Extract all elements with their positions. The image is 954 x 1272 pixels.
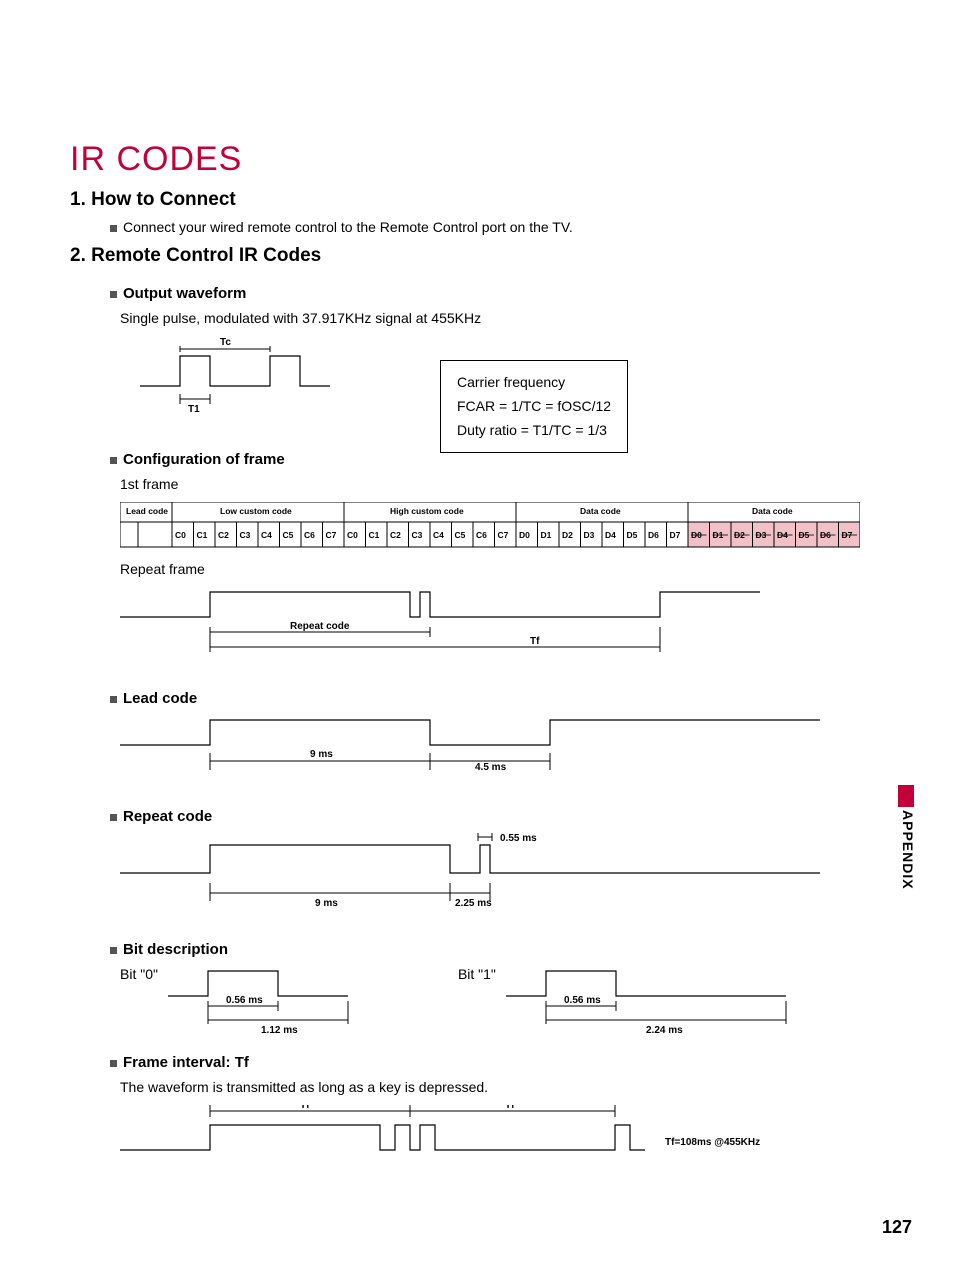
- svg-text:C1: C1: [197, 530, 208, 540]
- section-2-heading: 2. Remote Control IR Codes: [70, 245, 884, 267]
- bit-1-diagram: 0.56 ms 2.24 ms: [506, 966, 806, 1036]
- svg-text:C2: C2: [390, 530, 401, 540]
- page-number: 127: [882, 1217, 912, 1238]
- appendix-tab: [898, 785, 914, 807]
- svg-text:2.24 ms: 2.24 ms: [646, 1025, 683, 1036]
- svg-text:C3: C3: [240, 530, 251, 540]
- svg-text:D6: D6: [820, 530, 831, 540]
- svg-text:C5: C5: [283, 530, 294, 540]
- svg-text:0.56 ms: 0.56 ms: [226, 995, 263, 1006]
- svg-text:C1: C1: [369, 530, 380, 540]
- output-waveform-heading: Output waveform: [110, 285, 884, 302]
- svg-text:C4: C4: [433, 530, 444, 540]
- svg-text:4.5 ms: 4.5 ms: [475, 762, 507, 773]
- lead-code-heading: Lead code: [110, 690, 884, 707]
- repeat-code-heading: Repeat code: [110, 808, 884, 825]
- svg-text:C5: C5: [455, 530, 466, 540]
- lead-code-diagram: 9 ms 4.5 ms: [120, 715, 820, 785]
- svg-text:D0: D0: [691, 530, 702, 540]
- bit-description-heading: Bit description: [110, 941, 884, 958]
- section-1-heading: 1. How to Connect: [70, 189, 884, 211]
- svg-text:Tf: Tf: [300, 1105, 310, 1111]
- repeat-frame-label: Repeat frame: [120, 561, 884, 577]
- config-frame-heading: Configuration of frame: [110, 451, 884, 468]
- output-waveform-diagram: Tc T1: [120, 336, 340, 416]
- page-title: IR CODES: [70, 140, 884, 179]
- svg-text:9 ms: 9 ms: [315, 898, 338, 909]
- svg-text:D1: D1: [541, 530, 552, 540]
- svg-text:C0: C0: [175, 530, 186, 540]
- svg-text:C6: C6: [476, 530, 487, 540]
- svg-text:C4: C4: [261, 530, 272, 540]
- svg-text:D4: D4: [605, 530, 616, 540]
- frame-interval-text: The waveform is transmitted as long as a…: [120, 1079, 884, 1095]
- svg-text:D2: D2: [562, 530, 573, 540]
- svg-text:0.55 ms: 0.55 ms: [500, 833, 537, 844]
- frame-interval-diagram: Tf Tf Tf=108ms @455KHz: [120, 1105, 860, 1165]
- frame-interval-heading: Frame interval: Tf: [110, 1054, 884, 1071]
- svg-text:D5: D5: [627, 530, 638, 540]
- bit-0-label: Bit "0": [120, 966, 158, 982]
- svg-text:C3: C3: [412, 530, 423, 540]
- repeat-code-diagram: 0.55 ms 9 ms 2.25 ms: [120, 833, 820, 918]
- svg-text:D6: D6: [648, 530, 659, 540]
- svg-text:C0: C0: [347, 530, 358, 540]
- svg-text:1.12 ms: 1.12 ms: [261, 1025, 298, 1036]
- svg-text:D4: D4: [777, 530, 788, 540]
- svg-text:D7: D7: [842, 530, 853, 540]
- bit-1-label: Bit "1": [458, 966, 496, 982]
- svg-text:Lead code: Lead code: [126, 506, 168, 516]
- svg-text:D3: D3: [584, 530, 595, 540]
- svg-text:Tc: Tc: [220, 337, 231, 348]
- svg-text:Data code: Data code: [752, 506, 793, 516]
- svg-text:C7: C7: [498, 530, 509, 540]
- svg-text:C7: C7: [326, 530, 337, 540]
- svg-text:D0: D0: [519, 530, 530, 540]
- svg-text:High custom code: High custom code: [390, 506, 464, 516]
- svg-text:0.56 ms: 0.56 ms: [564, 995, 601, 1006]
- svg-text:D2: D2: [734, 530, 745, 540]
- svg-text:2.25 ms: 2.25 ms: [455, 898, 492, 909]
- carrier-frequency-box: Carrier frequency FCAR = 1/TC = fOSC/12 …: [440, 360, 628, 453]
- first-frame-label: 1st frame: [120, 476, 884, 492]
- svg-text:D3: D3: [756, 530, 767, 540]
- svg-text:T1: T1: [188, 404, 200, 415]
- svg-text:C2: C2: [218, 530, 229, 540]
- appendix-label: APPENDIX: [900, 810, 916, 890]
- svg-text:Low custom code: Low custom code: [220, 506, 292, 516]
- svg-text:Data code: Data code: [580, 506, 621, 516]
- first-frame-diagram: Lead code Low custom code High custom co…: [120, 502, 860, 552]
- bit-0-diagram: 0.56 ms 1.12 ms: [168, 966, 418, 1036]
- repeat-frame-diagram: Repeat code Tf: [120, 587, 820, 667]
- svg-text:Tf=108ms @455KHz: Tf=108ms @455KHz: [665, 1137, 760, 1148]
- section-1-text: Connect your wired remote control to the…: [110, 219, 884, 235]
- svg-text:Repeat code: Repeat code: [290, 621, 350, 632]
- svg-text:Tf: Tf: [505, 1105, 515, 1111]
- svg-text:C6: C6: [304, 530, 315, 540]
- svg-text:D1: D1: [713, 530, 724, 540]
- output-waveform-text: Single pulse, modulated with 37.917KHz s…: [120, 310, 884, 326]
- svg-text:Tf: Tf: [530, 636, 540, 647]
- svg-text:D5: D5: [799, 530, 810, 540]
- svg-text:9 ms: 9 ms: [310, 749, 333, 760]
- svg-text:D7: D7: [670, 530, 681, 540]
